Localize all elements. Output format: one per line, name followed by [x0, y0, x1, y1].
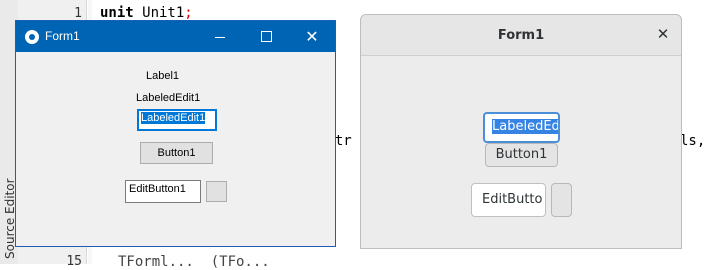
- labeled-edit-caption: LabeledEdit1: [136, 92, 201, 104]
- source-editor-tab[interactable]: Source Editor: [2, 160, 17, 264]
- window-headerbar[interactable]: Form1 ✕: [361, 15, 681, 56]
- edit-button-trigger[interactable]: [206, 181, 227, 202]
- code-line-1[interactable]: unit Unit1;: [100, 5, 193, 21]
- selected-text: LabeledEd: [492, 119, 560, 134]
- label1: Label1: [146, 70, 180, 82]
- unit-name: Unit1: [133, 5, 185, 21]
- labeled-edit-field[interactable]: LabeledEdit1: [137, 109, 217, 131]
- selected-text: LabeledEdit1: [141, 112, 206, 124]
- minimize-button[interactable]: [197, 21, 243, 52]
- form1-window-gtk[interactable]: Form1 ✕ LabeledEd Button1 EditButto: [360, 14, 682, 249]
- edit-button-field[interactable]: EditButto: [471, 183, 546, 217]
- line-number: 15: [66, 254, 82, 269]
- window-titlebar[interactable]: Form1 ✕: [16, 21, 335, 52]
- form1-window-win[interactable]: Form1 ✕ Label1 LabeledEdit1 LabeledEdit1…: [15, 20, 336, 247]
- line-number: 1: [74, 6, 82, 21]
- app-icon: [25, 30, 39, 44]
- code-fragment: ls,: [680, 133, 705, 149]
- keyword-unit: unit: [100, 5, 134, 21]
- close-button[interactable]: ✕: [289, 21, 335, 52]
- close-button[interactable]: ✕: [653, 25, 673, 45]
- maximize-button[interactable]: [243, 21, 289, 52]
- window-title: Form1: [497, 28, 545, 43]
- semicolon: ;: [184, 5, 193, 21]
- window-title: Form1: [45, 29, 80, 43]
- edit-button-trigger[interactable]: [551, 183, 572, 217]
- close-icon: ✕: [656, 25, 670, 43]
- button1[interactable]: Button1: [140, 142, 213, 164]
- close-icon: ✕: [305, 27, 319, 46]
- code-fragment: TForml... (TFo...: [118, 254, 270, 270]
- labeled-edit-field[interactable]: LabeledEd: [483, 112, 560, 143]
- button1[interactable]: Button1: [485, 143, 558, 167]
- edit-button-field[interactable]: EditButton1: [125, 180, 201, 203]
